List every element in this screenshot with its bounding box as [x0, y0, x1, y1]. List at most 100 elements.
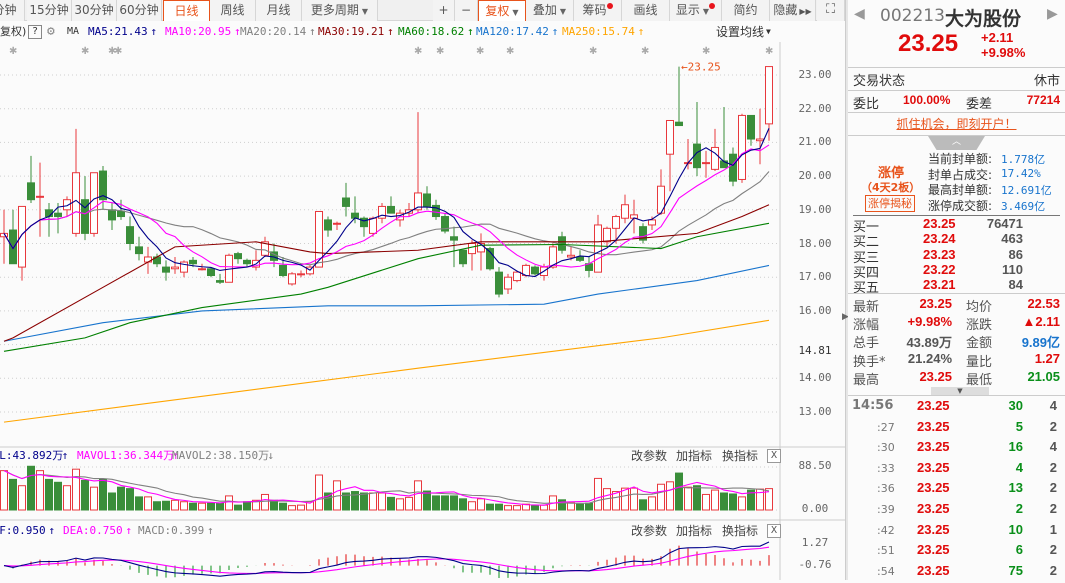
candle-body — [702, 162, 710, 165]
trade-volume: 10 — [1008, 521, 1023, 537]
toolbar-button-1[interactable]: − — [455, 0, 478, 21]
toolbar-button-5[interactable]: 画线 — [622, 0, 670, 21]
tab-period-1[interactable]: 15分钟 — [27, 0, 72, 21]
trade-volume: 13 — [1008, 480, 1023, 496]
close-panel-button[interactable]: X — [767, 449, 781, 463]
edit-params-button[interactable]: 改参数 — [631, 522, 667, 540]
candle-body — [513, 271, 521, 282]
trade-count: 1 — [1049, 521, 1057, 537]
button-label: 显示 — [675, 3, 700, 17]
candle-body — [162, 266, 170, 273]
double-arrow-right-icon: ▶▶ — [799, 7, 812, 16]
add-indicator-button[interactable]: 加指标 — [676, 447, 712, 465]
volume-bar — [117, 486, 125, 511]
limit-stat-value: 1.778亿 — [1001, 153, 1046, 166]
bid-price: 23.23 — [923, 246, 956, 262]
toolbar-button-4[interactable]: 筹码 — [574, 0, 622, 21]
collapse-caret-icon[interactable]: ︿ — [928, 136, 985, 150]
candle-body — [459, 249, 467, 265]
volume-bar — [648, 496, 656, 511]
expand-icon[interactable]: ⛶ — [817, 0, 845, 21]
tab-period-3[interactable]: 60分钟 — [117, 0, 162, 21]
close-panel-button[interactable]: X — [767, 524, 781, 538]
volume-bar — [495, 503, 503, 511]
stock-code: 002213 — [880, 6, 945, 26]
volume-bar — [135, 496, 143, 511]
volume-bar — [720, 492, 728, 511]
stat-value: 23.25 — [919, 296, 952, 311]
tab-period-4[interactable]: 日线 — [163, 0, 210, 21]
volume-bar — [387, 496, 395, 511]
candle-body — [729, 153, 737, 182]
trend-arrow-icon: ↑ — [387, 25, 394, 38]
toolbar-button-3[interactable]: 叠加 ▼ — [526, 0, 574, 21]
toolbar-button-6[interactable]: 显示 ▼ — [670, 0, 722, 21]
tab-period-0[interactable]: 分钟 — [0, 0, 25, 21]
limit-up-reveal-button[interactable]: 涨停揭秘 — [865, 195, 915, 212]
volume-bar — [693, 485, 701, 511]
ma-label: MA — [67, 26, 80, 37]
gear-icon[interactable]: ⚙ — [47, 22, 55, 42]
candle-body — [369, 217, 377, 234]
prev-stock-icon[interactable]: ◀ — [854, 6, 865, 22]
next-stock-icon[interactable]: ▶ — [1047, 6, 1058, 22]
button-label: 画线 — [633, 3, 658, 17]
volume-bar — [738, 496, 746, 511]
volume-bar — [405, 496, 413, 511]
trade-count: 2 — [1049, 480, 1057, 496]
candle-body — [36, 195, 44, 198]
help-icon[interactable]: ? — [28, 25, 42, 39]
trade-count: 2 — [1049, 418, 1057, 434]
volume-bar — [0, 470, 8, 511]
volume-bar — [81, 479, 89, 511]
volume-bar — [189, 502, 197, 511]
button-label: 简约 — [733, 3, 758, 17]
toolbar-button-7[interactable]: 简约 — [722, 0, 770, 21]
toolbar-button-0[interactable]: + — [433, 0, 455, 21]
toolbar-button-8[interactable]: 隐藏 ▶▶ — [770, 0, 816, 21]
toolbar-button-2[interactable]: 复权 ▼ — [478, 0, 526, 21]
edit-params-button[interactable]: 改参数 — [631, 447, 667, 465]
tab-period-2[interactable]: 30分钟 — [72, 0, 117, 21]
tab-period-6[interactable]: 月线 — [256, 0, 302, 21]
switch-indicator-button[interactable]: 换指标 — [722, 447, 758, 465]
price-tick-label: 21.00 — [798, 135, 832, 149]
button-label: 叠加 — [532, 3, 557, 17]
button-label: − — [460, 3, 472, 17]
stat-value: 1.27 — [1034, 350, 1060, 366]
trend-arrow-icon: ↑ — [125, 524, 133, 537]
trade-time: :42 — [877, 523, 895, 537]
kline-chart[interactable]: ✱ ✱ ✱✱ ✱ ✱ ✱ ✱ ✱ ✱ ✱ ✱←23.25 — [0, 42, 845, 580]
trade-price: 23.25 — [917, 459, 950, 475]
event-marker-icon: ✱ — [506, 46, 514, 57]
tab-period-5[interactable]: 周线 — [210, 0, 256, 21]
volume-bar — [639, 499, 647, 511]
add-indicator-button[interactable]: 加指标 — [676, 522, 712, 540]
bid-volume: 86 — [1008, 246, 1023, 262]
trade-time: :33 — [877, 461, 895, 475]
volume-tick-label: 0.00 — [801, 502, 829, 515]
stat-label: 最低 — [966, 372, 993, 388]
ma-settings-dropdown[interactable]: 设置均线 — [716, 22, 764, 42]
candle-body — [333, 222, 341, 225]
tab-period-7[interactable]: 更多周期 ▼ — [302, 0, 378, 21]
open-account-link[interactable]: 抓住机会，即刻开户！ — [896, 117, 1016, 131]
trade-time: :54 — [877, 564, 895, 578]
dif-line — [3, 541, 770, 577]
tab-label: 月线 — [266, 3, 291, 17]
expand-caret-icon[interactable]: ▼ — [931, 387, 989, 395]
event-marker-icon: ✱ — [589, 46, 597, 57]
limit-up-days: （4天2板） — [861, 181, 921, 194]
trade-time: :30 — [877, 441, 895, 455]
price-change: +2.11 — [981, 30, 1014, 45]
switch-indicator-button[interactable]: 换指标 — [722, 522, 758, 540]
candle-body — [9, 229, 17, 265]
stat-value: 23.25 — [919, 368, 952, 384]
candle-body — [567, 254, 575, 258]
volume-bar — [18, 485, 26, 511]
volume-bar — [9, 478, 17, 511]
ma-legend: 复权)? ⚙ MA MA5:21.43 ↑ MA10:20.95 ↑ MA20:20.14 ↑ M… — [0, 22, 845, 42]
trade-time: :36 — [877, 482, 895, 496]
trend-arrow-icon: ↑ — [309, 25, 316, 38]
stat-value: ▲2.11 — [1022, 314, 1060, 330]
